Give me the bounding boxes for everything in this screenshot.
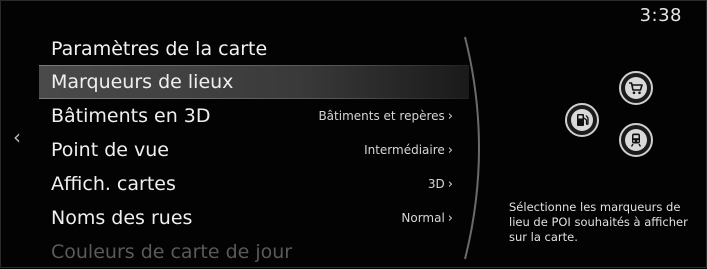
menu-item-label: Marqueurs de lieux — [51, 71, 234, 93]
infotainment-screen: 3:38 ‹ Paramètres de la carte Marqueurs … — [0, 0, 707, 268]
menu-item-value: 3D › — [427, 177, 453, 192]
chevron-right-icon: › — [447, 109, 453, 124]
cart-icon[interactable] — [619, 71, 653, 105]
menu-item-value: Bâtiments et repères › — [318, 109, 453, 124]
chevron-right-icon: › — [447, 143, 453, 158]
menu-item-value: Intermédiaire › — [364, 143, 453, 158]
clock: 3:38 — [639, 5, 682, 26]
menu-item-label: Bâtiments en 3D — [51, 105, 211, 127]
menu-item-place-markers[interactable]: Marqueurs de lieux — [39, 65, 469, 99]
menu-item-label: Point de vue — [51, 139, 169, 161]
chevron-right-icon: › — [447, 211, 453, 226]
scroll-arc-divider — [464, 36, 480, 260]
menu-item-label: Affich. cartes — [51, 173, 176, 195]
poi-icon-group — [557, 65, 667, 175]
page-title: Paramètres de la carte — [51, 38, 268, 60]
train-icon[interactable] — [619, 123, 653, 157]
chevron-right-icon: › — [447, 177, 453, 192]
menu-item-map-display[interactable]: Affich. cartes 3D › — [39, 167, 469, 201]
help-text: Sélectionne les marqueurs de lieu de POI… — [509, 200, 688, 244]
menu-item-view-angle[interactable]: Point de vue Intermédiaire › — [39, 133, 469, 167]
back-arrow-icon[interactable]: ‹ — [13, 125, 21, 149]
menu-item-3d-buildings[interactable]: Bâtiments en 3D Bâtiments et repères › — [39, 99, 469, 133]
menu-item-day-map-colors[interactable]: Couleurs de carte de jour — [39, 235, 469, 269]
menu-item-street-names[interactable]: Noms des rues Normal › — [39, 201, 469, 235]
settings-menu: Paramètres de la carte Marqueurs de lieu… — [39, 33, 469, 269]
menu-item-value: Normal › — [401, 211, 453, 226]
menu-item-label: Noms des rues — [51, 207, 193, 229]
menu-item-label: Couleurs de carte de jour — [51, 241, 293, 263]
fuel-icon[interactable] — [565, 103, 599, 137]
